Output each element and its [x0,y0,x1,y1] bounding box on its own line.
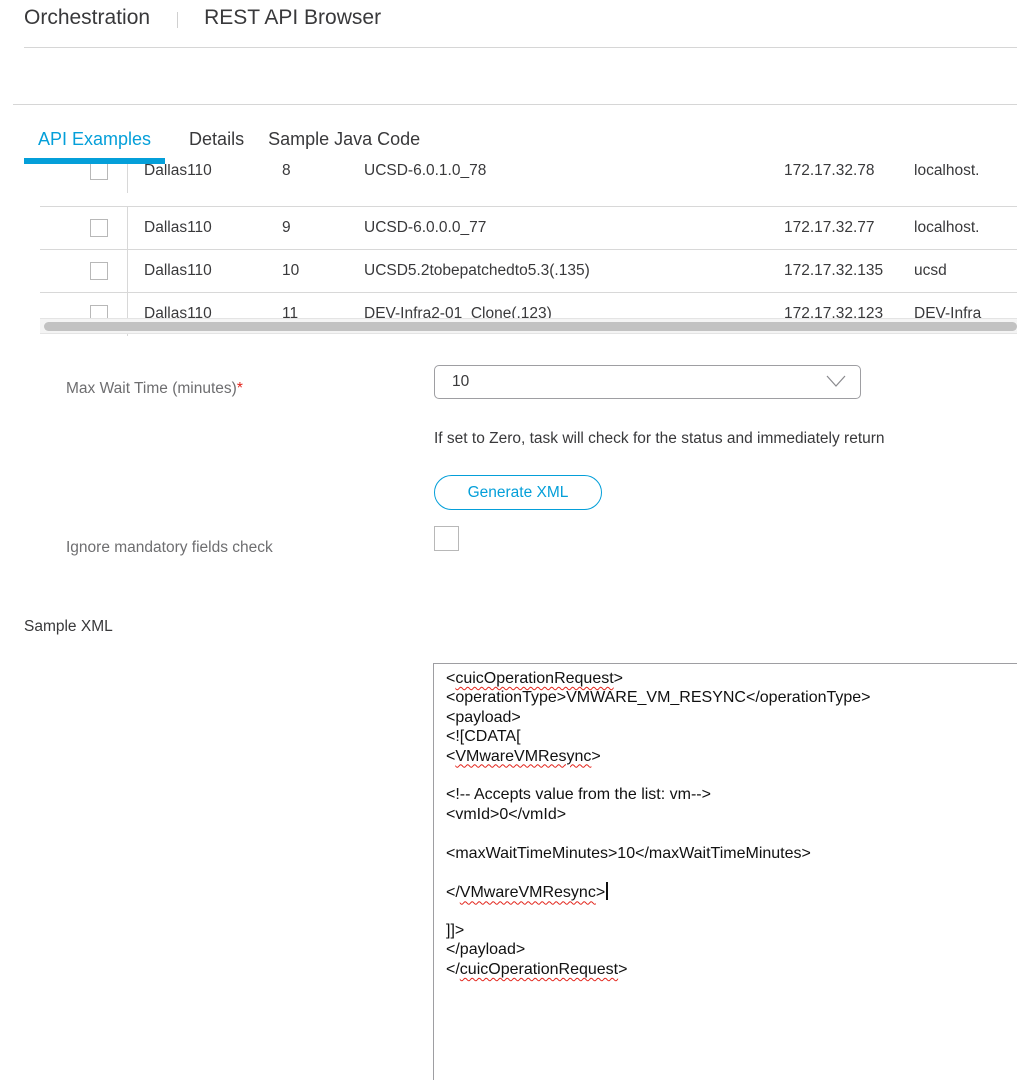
generate-xml-button[interactable]: Generate XML [434,475,602,510]
cell-vm-name: UCSD-6.0.0.0_77 [364,219,487,236]
xml-line: <VMwareVMResync> [446,747,601,765]
row-checkbox[interactable] [90,164,108,180]
vm-table: Dallas110 8 UCSD-6.0.1.0_78 172.17.32.78… [40,164,1017,336]
cell-ip: 172.17.32.78 [784,164,875,179]
tab-sample-java-code[interactable]: Sample Java Code [268,126,420,164]
row-checkbox[interactable] [90,219,108,237]
cell-id: 8 [282,164,291,179]
tab-api-examples[interactable]: API Examples [24,126,166,164]
page-title: REST API Browser [204,5,382,29]
text-cursor [606,882,608,901]
table-row[interactable]: Dallas110 8 UCSD-6.0.1.0_78 172.17.32.78… [40,164,1017,193]
max-wait-label: Max Wait Time (minutes)* [66,380,243,398]
ignore-mandatory-label: Ignore mandatory fields check [66,539,273,556]
row-checkbox-cell [40,250,128,293]
row-checkbox-cell [40,164,128,193]
xml-line-text: VMwareVMResync [455,747,592,765]
xml-line: <payload> [446,708,521,726]
xml-line [446,766,1017,785]
xml-line: <cuicOperationRequest> [446,670,623,687]
max-wait-label-text: Max Wait Time (minutes) [66,380,237,397]
cell-host: localhost. [914,164,980,179]
max-wait-value: 10 [452,373,470,390]
cell-vm-name: UCSD-6.0.1.0_78 [364,164,487,179]
cell-host: localhost. [914,219,980,236]
xml-line: ]]> [446,922,465,940]
xml-line: <![CDATA[ [446,728,521,746]
cell-site: Dallas110 [144,262,212,279]
cell-id: 10 [282,262,300,279]
xml-line [446,902,1017,921]
scrollbar-thumb[interactable] [44,322,1017,331]
section-divider [13,104,1017,105]
chevron-down-icon [826,375,846,387]
cell-host: ucsd [914,262,947,279]
ignore-mandatory-checkbox[interactable] [434,526,459,551]
max-wait-help-text: If set to Zero, task will check for the … [434,430,885,447]
xml-line: <operationType>VMWARE_VM_RESYNC</operati… [446,689,871,707]
xml-line [446,824,1017,843]
xml-line-text: VMwareVMResync [459,884,596,902]
table-row[interactable]: Dallas110 10 UCSD5.2tobepatchedto5.3(.13… [40,249,1017,293]
xml-line: <!-- Accepts value from the list: vm--> [446,786,711,804]
table-horizontal-scrollbar[interactable] [40,318,1017,334]
xml-line: <vmId>0</vmId> [446,805,567,823]
xml-line: <maxWaitTimeMinutes>10</maxWaitTimeMinut… [446,844,811,862]
page-header: Orchestration REST API Browser [24,0,1017,48]
xml-line [446,863,1017,882]
xml-line-text: cuicOperationRequest [455,670,614,687]
sample-xml-label: Sample XML [24,618,113,635]
rest-api-browser-page: Orchestration REST API Browser API Examp… [0,0,1017,1080]
cell-site: Dallas110 [144,164,212,179]
xml-line: </payload> [446,941,526,959]
xml-line: </cuicOperationRequest> [446,960,628,978]
sample-xml-textarea[interactable]: <cuicOperationRequest> <operationType>VM… [433,663,1017,1080]
cell-id: 9 [282,219,291,236]
xml-line-text: cuicOperationRequest [459,960,619,978]
app-title[interactable]: Orchestration [24,6,150,30]
xml-line: </VMwareVMResync> [446,882,1017,901]
cell-ip: 172.17.32.77 [784,219,875,236]
max-wait-select[interactable]: 10 [434,365,861,399]
row-checkbox-cell [40,207,128,250]
cell-vm-name: UCSD5.2tobepatchedto5.3(.135) [364,262,590,279]
cell-ip: 172.17.32.135 [784,262,884,279]
header-separator [177,11,179,28]
table-row[interactable]: Dallas110 9 UCSD-6.0.0.0_77 172.17.32.77… [40,206,1017,250]
required-asterisk: * [236,380,243,397]
cell-site: Dallas110 [144,219,212,236]
tab-details[interactable]: Details [189,126,244,164]
row-checkbox[interactable] [90,262,108,280]
tab-bar: API Examples Details Sample Java Code [24,126,444,164]
